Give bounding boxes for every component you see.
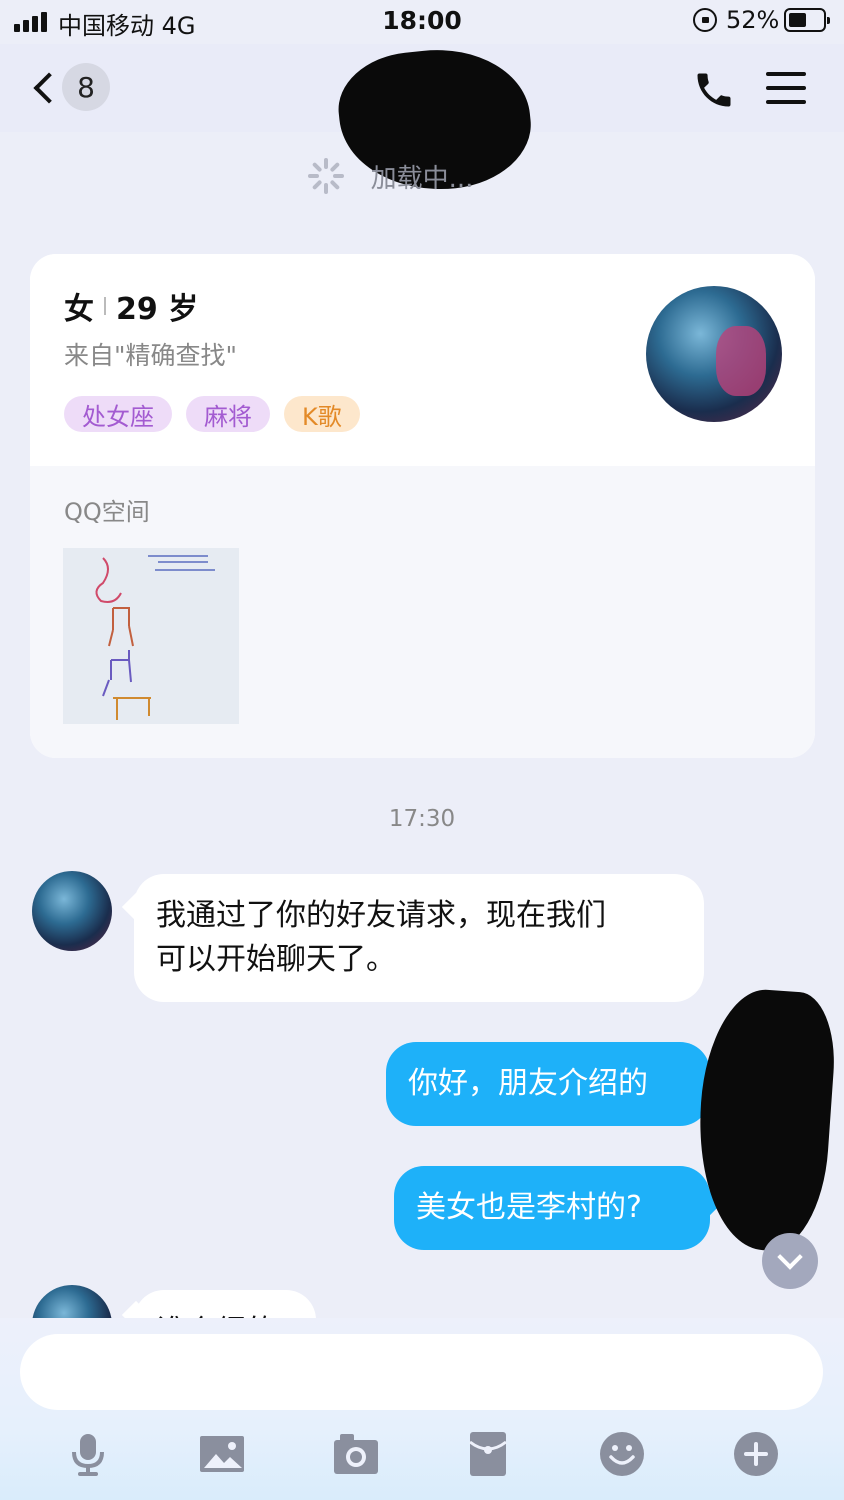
red-packet-icon[interactable] [464, 1430, 512, 1478]
qzone-section[interactable]: QQ空间 [30, 466, 815, 758]
camera-icon[interactable] [332, 1430, 380, 1478]
qzone-photo-illustration [63, 548, 239, 724]
battery-icon [784, 8, 830, 32]
profile-summary: 女 29 岁 来自"精确查找" 处女座 麻将 K歌 [30, 254, 815, 466]
microphone-icon[interactable] [64, 1430, 112, 1478]
plus-icon[interactable] [732, 1430, 780, 1478]
menu-button[interactable] [766, 68, 806, 108]
battery-percent: 52% [726, 6, 780, 34]
message-input[interactable] [20, 1334, 823, 1410]
contact-avatar[interactable] [32, 871, 112, 951]
qzone-label: QQ空间 [64, 498, 150, 526]
composer-bar [0, 1318, 844, 1500]
gender-age: 女 29 岁 [64, 284, 198, 328]
message-timestamp: 17:30 [388, 806, 456, 832]
qzone-photo[interactable] [63, 548, 239, 724]
battery-fill [789, 13, 806, 27]
loading-text: 加载中... [370, 164, 474, 194]
orientation-lock-icon [693, 8, 717, 32]
redaction-mark [691, 985, 839, 1255]
message-text: 你好，朋友介绍的 [408, 1066, 648, 1101]
message-bubble-outgoing[interactable]: 你好，朋友介绍的 [386, 1042, 710, 1126]
status-bar: 中国移动 4G 18:00 52% [0, 0, 844, 44]
chevron-down-icon [777, 1244, 803, 1270]
menu-icon [766, 72, 806, 76]
status-time: 18:00 [382, 6, 462, 35]
message-text: 美女也是李村的? [416, 1190, 642, 1225]
tag-mahjong: 麻将 [186, 396, 270, 432]
tag-karaoke: K歌 [284, 396, 360, 432]
message-bubble-incoming[interactable]: 我通过了你的好友请求，现在我们 可以开始聊天了。 [134, 874, 704, 1002]
emoji-icon[interactable] [598, 1430, 646, 1478]
profile-avatar[interactable] [646, 286, 782, 422]
divider [104, 297, 106, 315]
call-button[interactable] [692, 68, 736, 112]
image-icon[interactable] [198, 1430, 246, 1478]
friend-source: 来自"精确查找" [64, 341, 237, 370]
message-bubble-outgoing[interactable]: 美女也是李村的? [394, 1166, 710, 1250]
tag-virgo: 处女座 [64, 396, 172, 432]
profile-tags: 处女座 麻将 K歌 [64, 396, 360, 432]
gender-label: 女 [64, 292, 94, 327]
scroll-to-bottom-button[interactable] [762, 1233, 818, 1289]
phone-icon [697, 73, 731, 107]
message-text-line: 我通过了你的好友请求，现在我们 [156, 898, 606, 933]
message-text-line: 可以开始聊天了。 [156, 942, 396, 977]
age-label: 29 岁 [116, 292, 199, 327]
profile-card[interactable]: 女 29 岁 来自"精确查找" 处女座 麻将 K歌 QQ空间 [30, 254, 815, 758]
